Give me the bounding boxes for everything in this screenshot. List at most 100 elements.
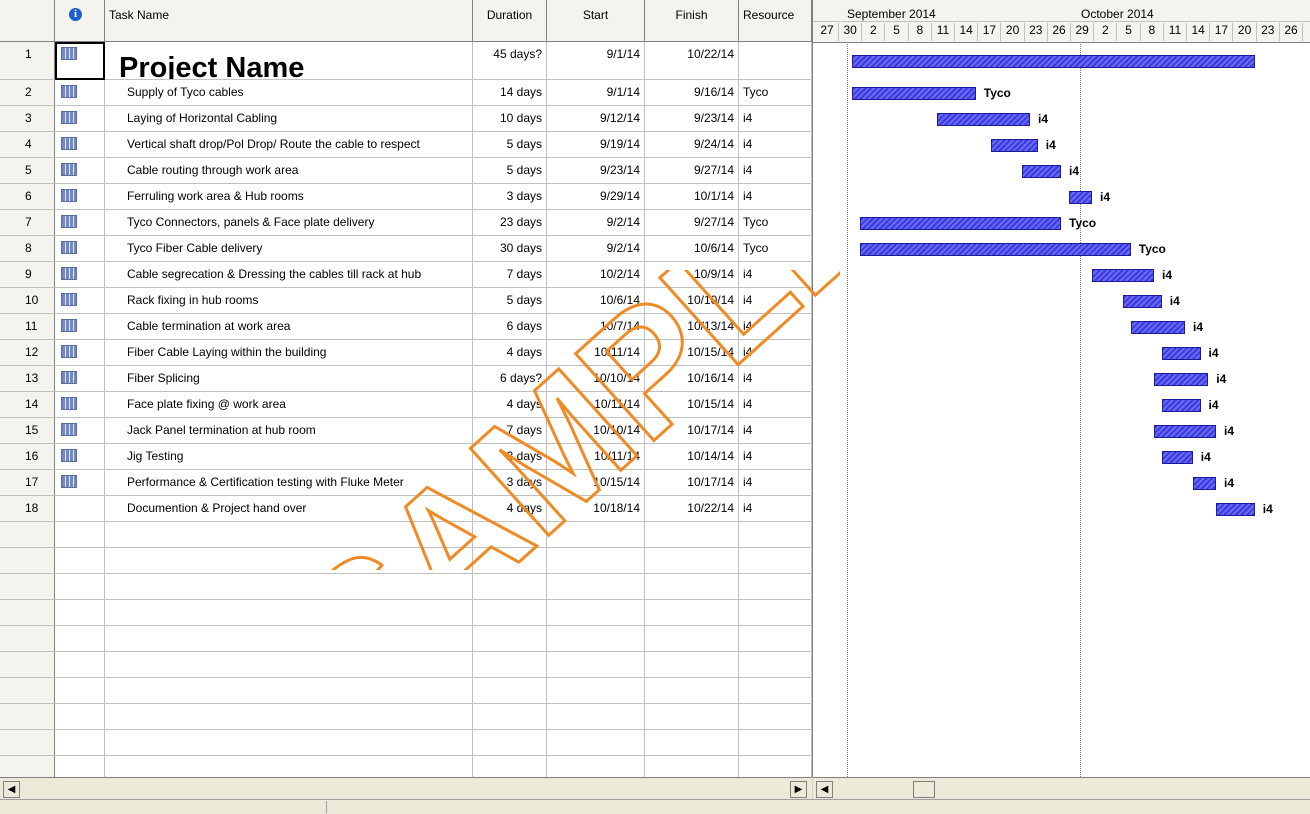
task-finish[interactable]: 10/14/14 bbox=[645, 444, 739, 469]
task-bar[interactable] bbox=[1022, 164, 1061, 178]
task-finish[interactable]: 10/22/14 bbox=[645, 496, 739, 521]
task-name[interactable] bbox=[105, 652, 473, 677]
empty-row[interactable] bbox=[0, 600, 812, 626]
header-resource[interactable]: Resource bbox=[739, 0, 812, 42]
task-bar[interactable] bbox=[1092, 268, 1154, 282]
task-resource[interactable]: i4 bbox=[739, 418, 812, 443]
task-name[interactable]: Project Name bbox=[105, 42, 473, 79]
task-bar[interactable] bbox=[851, 86, 976, 100]
task-bar[interactable] bbox=[1130, 320, 1185, 334]
task-name[interactable]: Performance & Certification testing with… bbox=[105, 470, 473, 495]
task-duration[interactable]: 5 days bbox=[473, 158, 547, 183]
table-row[interactable]: 12 Fiber Cable Laying within the building… bbox=[0, 340, 812, 366]
task-resource[interactable] bbox=[739, 730, 812, 755]
task-resource[interactable]: i4 bbox=[739, 262, 812, 287]
task-bar[interactable] bbox=[859, 242, 1131, 256]
task-start[interactable] bbox=[547, 574, 645, 599]
task-duration[interactable]: 6 days? bbox=[473, 366, 547, 391]
task-finish[interactable]: 9/27/14 bbox=[645, 210, 739, 235]
task-start[interactable] bbox=[547, 548, 645, 573]
table-row[interactable]: 16 Jig Testing 3 days 10/11/14 10/14/14 i4 bbox=[0, 444, 812, 470]
task-name[interactable]: Vertical shaft drop/Pol Drop/ Route the … bbox=[105, 132, 473, 157]
header-id[interactable] bbox=[0, 0, 55, 42]
task-duration[interactable] bbox=[473, 522, 547, 547]
task-duration[interactable]: 3 days bbox=[473, 470, 547, 495]
header-task-name[interactable]: Task Name bbox=[105, 0, 473, 42]
task-finish[interactable] bbox=[645, 704, 739, 729]
task-start[interactable] bbox=[547, 522, 645, 547]
task-bar[interactable] bbox=[1123, 294, 1162, 308]
task-finish[interactable]: 10/15/14 bbox=[645, 340, 739, 365]
task-bar[interactable] bbox=[1161, 346, 1201, 360]
task-bar[interactable] bbox=[1154, 424, 1216, 438]
task-resource[interactable]: i4 bbox=[739, 340, 812, 365]
task-resource[interactable]: Tyco bbox=[739, 210, 812, 235]
task-name[interactable]: Jig Testing bbox=[105, 444, 473, 469]
task-resource[interactable] bbox=[739, 704, 812, 729]
table-row[interactable]: 4 Vertical shaft drop/Pol Drop/ Route the… bbox=[0, 132, 812, 158]
task-finish[interactable]: 10/9/14 bbox=[645, 262, 739, 287]
task-start[interactable]: 10/10/14 bbox=[547, 418, 645, 443]
task-bar[interactable] bbox=[1068, 190, 1092, 204]
empty-row[interactable] bbox=[0, 704, 812, 730]
task-duration[interactable] bbox=[473, 652, 547, 677]
task-name[interactable] bbox=[105, 704, 473, 729]
table-row[interactable]: 10 Rack fixing in hub rooms 5 days 10/6/14 1… bbox=[0, 288, 812, 314]
task-bar[interactable] bbox=[1216, 502, 1255, 516]
empty-row[interactable] bbox=[0, 730, 812, 756]
empty-row[interactable] bbox=[0, 548, 812, 574]
task-duration[interactable] bbox=[473, 730, 547, 755]
task-resource[interactable]: i4 bbox=[739, 184, 812, 209]
task-start[interactable]: 10/11/14 bbox=[547, 444, 645, 469]
task-name[interactable]: Face plate fixing @ work area bbox=[105, 392, 473, 417]
task-duration[interactable]: 4 days bbox=[473, 340, 547, 365]
task-name[interactable] bbox=[105, 756, 473, 777]
header-start[interactable]: Start bbox=[547, 0, 645, 42]
task-name[interactable]: Rack fixing in hub rooms bbox=[105, 288, 473, 313]
table-row[interactable]: 11 Cable termination at work area 6 days 10… bbox=[0, 314, 812, 340]
scroll-right-button[interactable]: ▶ bbox=[790, 781, 807, 798]
task-start[interactable] bbox=[547, 756, 645, 777]
task-name[interactable]: Tyco Fiber Cable delivery bbox=[105, 236, 473, 261]
gantt-scroll-thumb[interactable] bbox=[913, 781, 935, 798]
task-name[interactable]: Laying of Horizontal Cabling bbox=[105, 106, 473, 131]
summary-bar[interactable] bbox=[851, 54, 1255, 68]
task-duration[interactable]: 3 days bbox=[473, 184, 547, 209]
task-bar[interactable] bbox=[1192, 476, 1216, 490]
task-finish[interactable] bbox=[645, 574, 739, 599]
task-start[interactable] bbox=[547, 652, 645, 677]
task-start[interactable]: 10/11/14 bbox=[547, 340, 645, 365]
task-bar[interactable] bbox=[1154, 372, 1209, 386]
task-finish[interactable] bbox=[645, 548, 739, 573]
table-row[interactable]: 6 Ferruling work area & Hub rooms 3 days 9/… bbox=[0, 184, 812, 210]
table-row[interactable]: 8 Tyco Fiber Cable delivery 30 days 9/2/14 1… bbox=[0, 236, 812, 262]
task-start[interactable]: 10/2/14 bbox=[547, 262, 645, 287]
task-name[interactable] bbox=[105, 678, 473, 703]
scroll-left-button[interactable]: ◀ bbox=[3, 781, 20, 798]
task-duration[interactable]: 5 days bbox=[473, 288, 547, 313]
task-start[interactable]: 10/7/14 bbox=[547, 314, 645, 339]
header-duration[interactable]: Duration bbox=[473, 0, 547, 42]
header-finish[interactable]: Finish bbox=[645, 0, 739, 42]
task-start[interactable]: 9/12/14 bbox=[547, 106, 645, 131]
task-resource[interactable] bbox=[739, 756, 812, 777]
task-duration[interactable] bbox=[473, 600, 547, 625]
task-resource[interactable] bbox=[739, 652, 812, 677]
task-bar[interactable] bbox=[1161, 398, 1201, 412]
task-bar[interactable] bbox=[859, 216, 1061, 230]
task-finish[interactable]: 10/15/14 bbox=[645, 392, 739, 417]
task-start[interactable]: 9/1/14 bbox=[547, 80, 645, 105]
task-finish[interactable]: 10/17/14 bbox=[645, 470, 739, 495]
table-row[interactable]: 18 Documention & Project hand over 4 days 1… bbox=[0, 496, 812, 522]
task-finish[interactable] bbox=[645, 678, 739, 703]
table-row[interactable]: 1 Project Name 45 days? 9/1/14 10/22/14 bbox=[0, 42, 812, 80]
task-duration[interactable] bbox=[473, 678, 547, 703]
task-name[interactable]: Cable segrecation & Dressing the cables … bbox=[105, 262, 473, 287]
table-row[interactable]: 14 Face plate fixing @ work area 4 days 10/… bbox=[0, 392, 812, 418]
task-name[interactable]: Ferruling work area & Hub rooms bbox=[105, 184, 473, 209]
task-finish[interactable]: 10/22/14 bbox=[645, 42, 739, 79]
table-row[interactable]: 2 Supply of Tyco cables 14 days 9/1/14 9/16/… bbox=[0, 80, 812, 106]
table-row[interactable]: 9 Cable segrecation & Dressing the cables… bbox=[0, 262, 812, 288]
task-name[interactable]: Documention & Project hand over bbox=[105, 496, 473, 521]
task-finish[interactable]: 10/10/14 bbox=[645, 288, 739, 313]
